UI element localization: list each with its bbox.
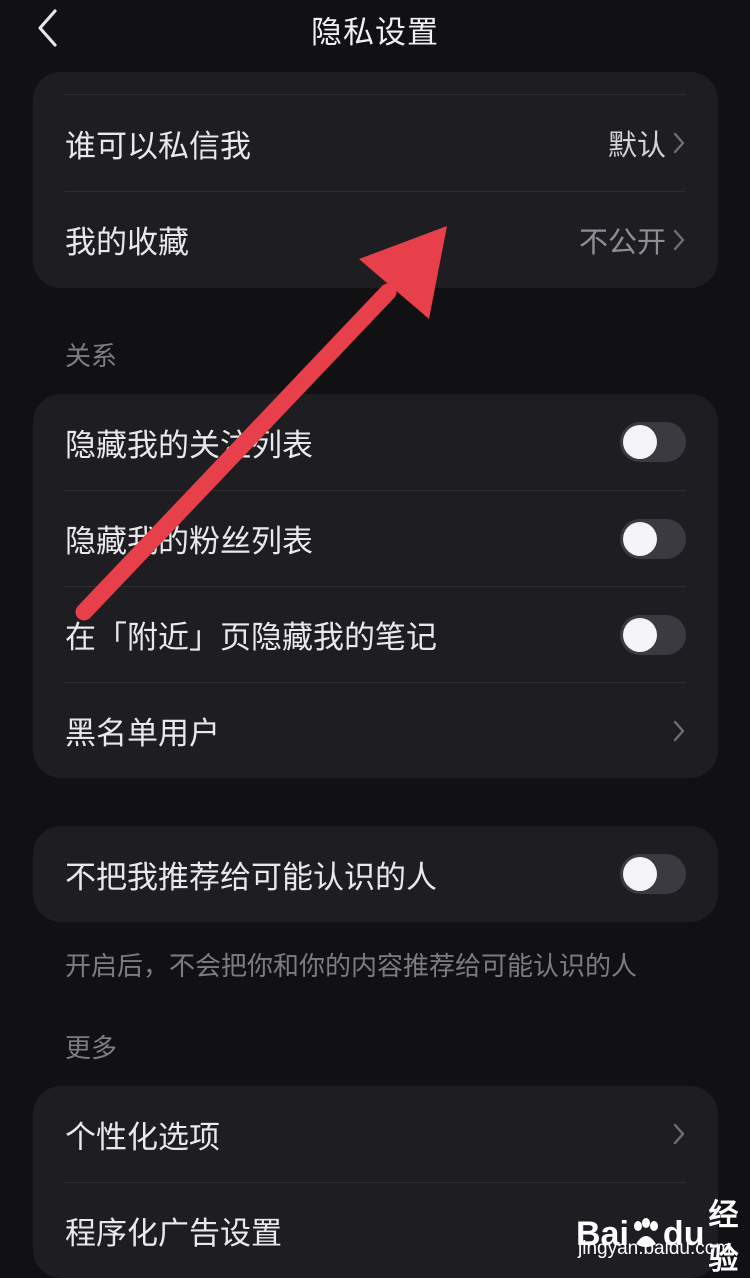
row-blocked-users[interactable]: 黑名单用户 (65, 682, 686, 778)
back-button[interactable] (30, 6, 64, 50)
no-recommend-toggle[interactable] (620, 854, 686, 894)
baidu-jingyan-watermark: Bai du 经验 jingyan.baidu.com (570, 1190, 740, 1276)
row-label: 隐藏我的关注列表 (65, 427, 313, 464)
hide-nearby-notes-toggle[interactable] (620, 614, 686, 655)
row-label: 黑名单用户 (65, 716, 220, 752)
row-divider (65, 72, 686, 95)
row-label: 我的收藏 (65, 225, 189, 261)
messaging-privacy-card: 谁可以私信我 默认 我的收藏 不公开 (33, 72, 718, 288)
row-label: 谁可以私信我 (65, 128, 251, 165)
chevron-right-icon (672, 719, 686, 743)
watermark-url: jingyan.baidu.com (578, 1238, 732, 1259)
chevron-left-icon (38, 9, 57, 47)
row-personalization[interactable]: 个性化选项 (65, 1086, 686, 1182)
row-my-favorites[interactable]: 我的收藏 不公开 (65, 191, 686, 287)
page-title: 隐私设置 (311, 14, 439, 51)
section-title-more: 更多 (65, 1034, 118, 1064)
row-value: 不公开 (578, 224, 666, 259)
recommend-card: 不把我推荐给可能认识的人 (33, 826, 718, 922)
row-label: 程序化广告设置 (65, 1216, 282, 1252)
privacy-settings-page: 隐私设置 谁可以私信我 默认 我的收藏 不公开 关系 隐藏我的关注列表 隐藏我的… (0, 0, 750, 1278)
row-label: 不把我推荐给可能认识的人 (65, 859, 437, 896)
chevron-right-icon (672, 1122, 686, 1146)
row-no-recommend: 不把我推荐给可能认识的人 (65, 826, 686, 922)
toggle-knob (623, 617, 657, 652)
row-hide-following: 隐藏我的关注列表 (65, 394, 686, 490)
row-label: 在「附近」页隐藏我的笔记 (65, 620, 437, 656)
row-who-can-message[interactable]: 谁可以私信我 默认 (65, 95, 686, 191)
row-label: 个性化选项 (65, 1119, 220, 1156)
toggle-knob (623, 425, 657, 459)
row-value: 默认 (607, 128, 666, 162)
chevron-right-icon (672, 131, 686, 155)
toggle-knob (623, 521, 657, 556)
row-hide-nearby-notes: 在「附近」页隐藏我的笔记 (65, 586, 686, 682)
toggle-knob (623, 857, 657, 891)
recommend-hint: 开启后，不会把你和你的内容推荐给可能认识的人 (65, 952, 638, 982)
chevron-right-icon (672, 228, 686, 252)
row-label: 隐藏我的粉丝列表 (65, 524, 313, 560)
hide-followers-toggle[interactable] (620, 518, 686, 559)
row-hide-followers: 隐藏我的粉丝列表 (65, 490, 686, 586)
watermark-logo: Bai du 经验 (576, 1199, 739, 1276)
top-nav-bar: 隐私设置 (0, 0, 750, 72)
section-title-relations: 关系 (65, 342, 118, 372)
relations-card: 隐藏我的关注列表 隐藏我的粉丝列表 在「附近」页隐藏我的笔记 黑名单用户 (33, 394, 718, 778)
hide-following-toggle[interactable] (620, 422, 686, 462)
